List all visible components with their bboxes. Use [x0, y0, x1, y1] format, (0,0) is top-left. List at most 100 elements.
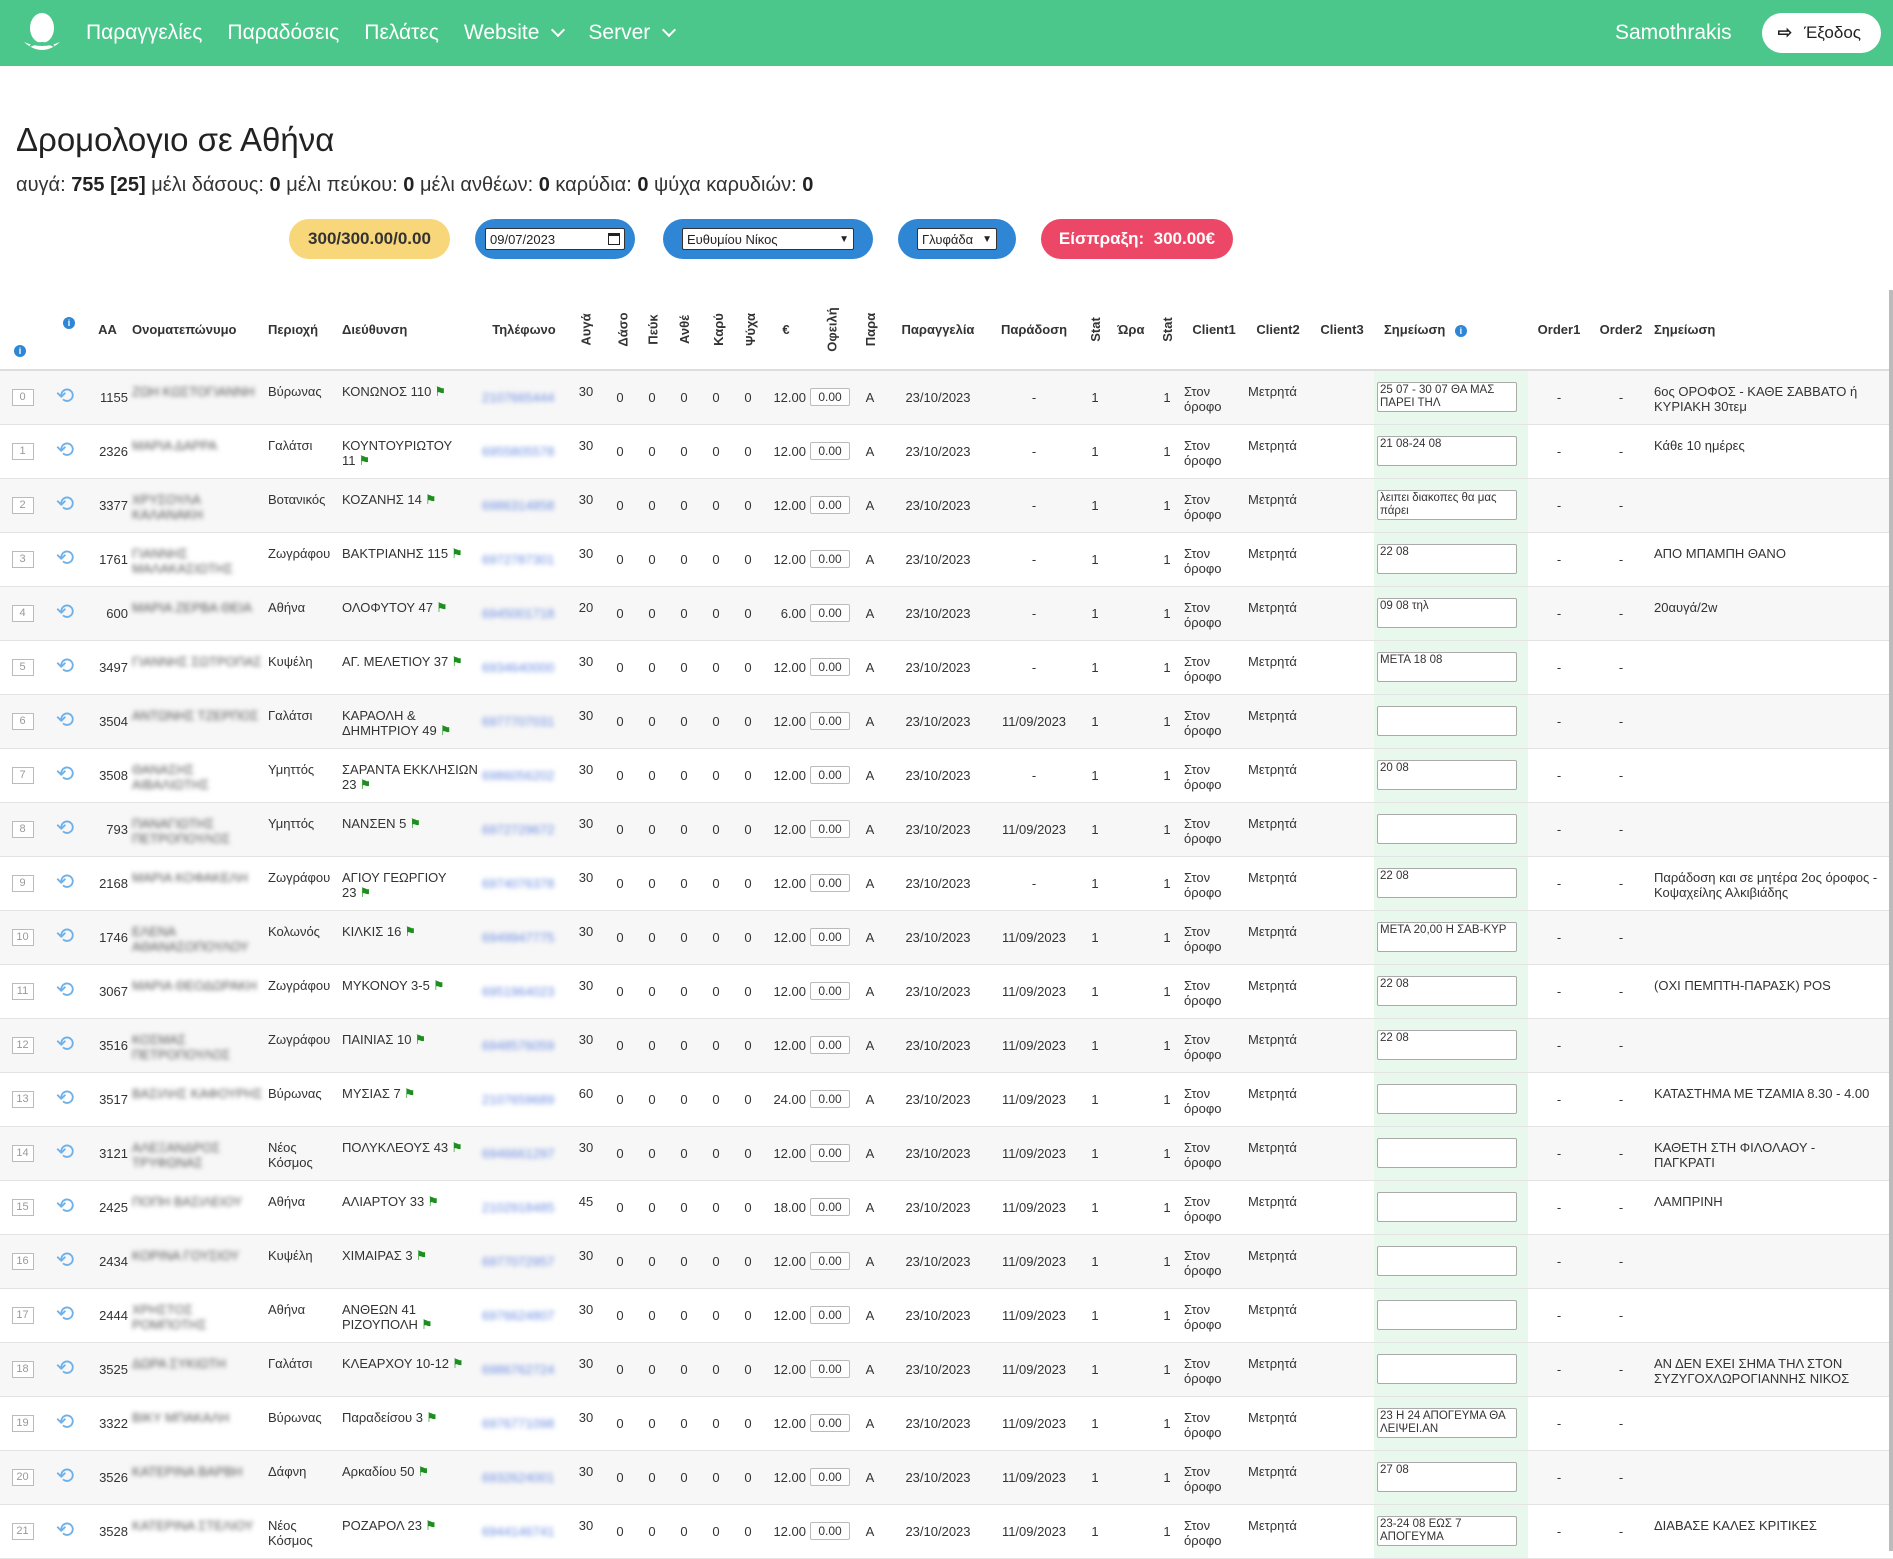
- flag-icon[interactable]: ⚑: [359, 777, 371, 792]
- note-textarea[interactable]: [1377, 1084, 1517, 1114]
- row-index[interactable]: 20: [12, 1469, 34, 1486]
- flag-icon[interactable]: ⚑: [426, 1410, 438, 1425]
- owed-input[interactable]: 0.00: [810, 604, 850, 622]
- phone-link[interactable]: 6986762724: [482, 1362, 554, 1377]
- undo-icon[interactable]: ⟲: [56, 1409, 74, 1434]
- col-header-phone[interactable]: Τηλέφωνο: [480, 290, 568, 370]
- note-textarea[interactable]: [1377, 1246, 1517, 1276]
- col-header-euro[interactable]: €: [764, 290, 808, 370]
- col-header-hour[interactable]: Ώρα: [1110, 290, 1152, 370]
- info-icon[interactable]: i: [63, 317, 75, 329]
- table-row[interactable]: 17⟲2444ΧΡΗΣΤΟΣ ΡΟΜΠΟΤΗΣΑθήναΑΝΘΕΩΝ 41 ΡΙ…: [0, 1288, 1893, 1342]
- undo-icon[interactable]: ⟲: [56, 653, 74, 678]
- phone-link[interactable]: 2107665444: [482, 390, 554, 405]
- note-textarea[interactable]: [1377, 1300, 1517, 1330]
- phone-link[interactable]: 6977707031: [482, 714, 554, 729]
- undo-icon[interactable]: ⟲: [56, 383, 74, 408]
- flag-icon[interactable]: ⚑: [451, 1140, 463, 1155]
- col-header-stat2[interactable]: Stat: [1152, 290, 1182, 370]
- undo-icon[interactable]: ⟲: [56, 1193, 74, 1218]
- row-index[interactable]: 1: [12, 443, 34, 460]
- phone-link[interactable]: 6974076378: [482, 876, 554, 891]
- table-row[interactable]: 12⟲3516ΚΟΣΜΑΣ ΠΕΤΡΟΠΟΥΛΟΣΖωγράφουΠΑΙΝΙΑΣ…: [0, 1018, 1893, 1072]
- row-index[interactable]: 2: [12, 497, 34, 514]
- row-index[interactable]: 17: [12, 1307, 34, 1324]
- note-textarea[interactable]: ΜΕΤΑ 18 08: [1377, 652, 1517, 682]
- undo-icon[interactable]: ⟲: [56, 1139, 74, 1164]
- col-header-order2[interactable]: Order2: [1590, 290, 1652, 370]
- undo-icon[interactable]: ⟲: [56, 1031, 74, 1056]
- note-textarea[interactable]: 21 08-24 08: [1377, 436, 1517, 466]
- table-row[interactable]: 5⟲3497ΓΙΑΝΝΗΣ ΣΩΤΡΟΠΑΣΚυψέληΑΓ. ΜΕΛΕΤΙΟΥ…: [0, 640, 1893, 694]
- undo-icon[interactable]: ⟲: [56, 1463, 74, 1488]
- note-textarea[interactable]: 23-24 08 ΕΩΣ 7 ΑΠΟΓΕΥΜΑ: [1377, 1516, 1517, 1546]
- phone-link[interactable]: 6955805578: [482, 444, 554, 459]
- note-textarea[interactable]: 20 08: [1377, 760, 1517, 790]
- flag-icon[interactable]: ⚑: [425, 492, 437, 507]
- owed-input[interactable]: 0.00: [810, 766, 850, 784]
- col-header-address[interactable]: Διεύθυνση: [340, 290, 480, 370]
- undo-icon[interactable]: ⟲: [56, 1301, 74, 1326]
- info-icon[interactable]: i: [14, 345, 26, 357]
- row-index[interactable]: 15: [12, 1199, 34, 1216]
- undo-icon[interactable]: ⟲: [56, 923, 74, 948]
- table-row[interactable]: 18⟲3525ΔΩΡΑ ΣΥΚΙΩΤΗΓαλάτσιΚΛΕΑΡΧΟΥ 10-12…: [0, 1342, 1893, 1396]
- nav-orders[interactable]: Παραγγελίες: [86, 21, 202, 45]
- flag-icon[interactable]: ⚑: [417, 1464, 429, 1479]
- note-textarea[interactable]: 25 07 - 30 07 ΘΑ ΜΑΣ ΠΑΡΕΙ ΤΗΛ: [1377, 382, 1517, 412]
- row-index[interactable]: 3: [12, 551, 34, 568]
- table-row[interactable]: 14⟲3121ΑΛΕΞΑΝΔΡΟΣ ΤΡΥΦΩΝΑΣΝέος ΚόσμοςΠΟΛ…: [0, 1126, 1893, 1180]
- row-index[interactable]: 8: [12, 821, 34, 838]
- flag-icon[interactable]: ⚑: [414, 1032, 426, 1047]
- flag-icon[interactable]: ⚑: [416, 1248, 428, 1263]
- undo-icon[interactable]: ⟲: [56, 1355, 74, 1380]
- phone-link[interactable]: 6986056202: [482, 768, 554, 783]
- owed-input[interactable]: 0.00: [810, 1360, 850, 1378]
- col-header-para[interactable]: Παρα: [852, 290, 888, 370]
- flag-icon[interactable]: ⚑: [440, 723, 452, 738]
- note-textarea[interactable]: ΜΕΤΑ 20,00 Η ΣΑΒ-ΚΥΡ: [1377, 922, 1517, 952]
- owed-input[interactable]: 0.00: [810, 1468, 850, 1486]
- logo-egg-icon[interactable]: [18, 9, 66, 57]
- driver-select[interactable]: Ευθυμίου Νίκος▼: [682, 228, 854, 250]
- flag-icon[interactable]: ⚑: [425, 1518, 437, 1533]
- table-row[interactable]: 11⟲3067ΜΑΡΙΑ ΘΕΟΔΩΡΑΚΗΖωγράφουΜΥΚΟΝΟΥ 3-…: [0, 964, 1893, 1018]
- scrollbar[interactable]: [1889, 290, 1893, 1551]
- phone-link[interactable]: 2102918485: [482, 1200, 554, 1215]
- row-index[interactable]: 16: [12, 1253, 34, 1270]
- table-row[interactable]: 15⟲2425ΠΟΠΗ ΒΑΣΙΛΕΙΟΥΑθήναΑΛΙΑΡΤΟΥ 33⚑21…: [0, 1180, 1893, 1234]
- col-header-walnuts[interactable]: Καρύ: [700, 290, 732, 370]
- row-index[interactable]: 5: [12, 659, 34, 676]
- owed-input[interactable]: 0.00: [810, 1090, 850, 1108]
- undo-icon[interactable]: ⟲: [56, 977, 74, 1002]
- row-index[interactable]: 6: [12, 713, 34, 730]
- note-textarea[interactable]: [1377, 814, 1517, 844]
- phone-link[interactable]: 6948576059: [482, 1038, 554, 1053]
- note-textarea[interactable]: 09 08 τηλ: [1377, 598, 1517, 628]
- note-textarea[interactable]: 22 08: [1377, 544, 1517, 574]
- undo-icon[interactable]: ⟲: [56, 1517, 74, 1542]
- row-index[interactable]: 0: [12, 389, 34, 406]
- owed-input[interactable]: 0.00: [810, 820, 850, 838]
- row-index[interactable]: 12: [12, 1037, 34, 1054]
- col-header-pine-honey[interactable]: Πεύκ: [636, 290, 668, 370]
- table-row[interactable]: 19⟲3322ΒΙΚΥ ΜΠΑΚΑΛΗΒύρωναςΠαραδείσου 3⚑6…: [0, 1396, 1893, 1450]
- phone-link[interactable]: 6976624807: [482, 1308, 554, 1323]
- note-textarea[interactable]: 22 08: [1377, 976, 1517, 1006]
- phone-link[interactable]: 6972787301: [482, 552, 554, 567]
- flag-icon[interactable]: ⚑: [434, 384, 446, 399]
- undo-icon[interactable]: ⟲: [56, 707, 74, 732]
- col-header-note[interactable]: Σημείωση i: [1374, 290, 1528, 370]
- flag-icon[interactable]: ⚑: [451, 654, 463, 669]
- row-index[interactable]: 11: [12, 983, 34, 1000]
- row-index[interactable]: 4: [12, 605, 34, 622]
- table-row[interactable]: 16⟲2434ΚΟΡΙΝΑ ΓΟΥΣΙΟΥΚυψέληΧΙΜΑΙΡΑΣ 3⚑69…: [0, 1234, 1893, 1288]
- flag-icon[interactable]: ⚑: [433, 978, 445, 993]
- owed-input[interactable]: 0.00: [810, 712, 850, 730]
- table-row[interactable]: 21⟲3528ΚΑΤΕΡΙΝΑ ΣΤΕΛΙΟΥΝέος ΚόσμοςΡΟΖΑΡΟ…: [0, 1504, 1893, 1558]
- owed-input[interactable]: 0.00: [810, 1522, 850, 1540]
- undo-icon[interactable]: ⟲: [56, 437, 74, 462]
- undo-icon[interactable]: ⟲: [56, 1085, 74, 1110]
- owed-input[interactable]: 0.00: [810, 1036, 850, 1054]
- col-header-area[interactable]: Περιοχή: [266, 290, 340, 370]
